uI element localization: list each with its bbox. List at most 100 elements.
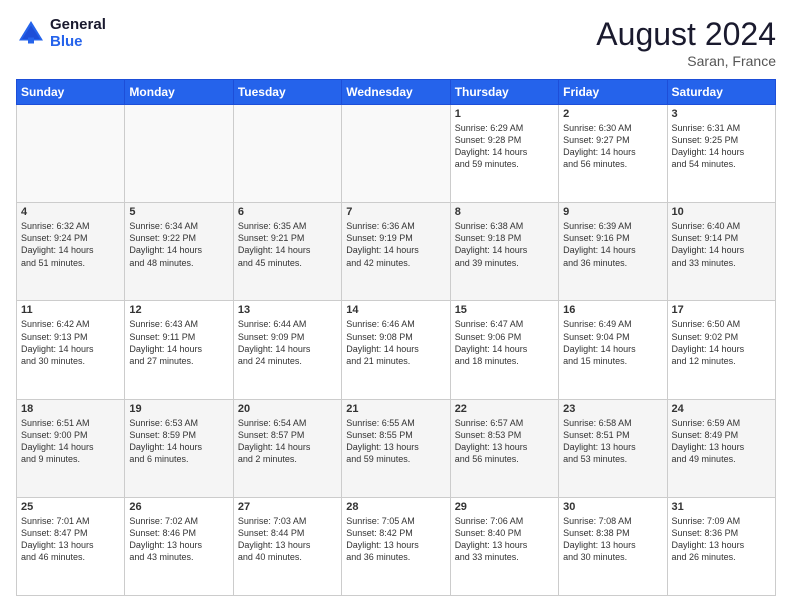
location-label: Saran, France — [596, 53, 776, 69]
day-number: 23 — [563, 403, 662, 415]
table-row: 24 Sunrise: 6:59 AMSunset: 8:49 PMDayligh… — [667, 399, 775, 497]
table-row: 15 Sunrise: 6:47 AMSunset: 9:06 PMDayligh… — [450, 301, 558, 399]
day-info: Sunrise: 7:05 AMSunset: 8:42 PMDaylight:… — [346, 515, 445, 564]
table-row: 10Sunrise: 6:40 AMSunset: 9:14 PMDayligh… — [667, 203, 775, 301]
day-number: 8 — [455, 206, 554, 218]
day-number: 20 — [238, 403, 337, 415]
day-number: 5 — [129, 206, 228, 218]
table-row: 2 Sunrise: 6:30 AMSunset: 9:27 PMDaylight… — [559, 105, 667, 203]
day-info: Sunrise: 7:08 AMSunset: 8:38 PMDaylight:… — [563, 515, 662, 564]
day-info: Sunrise: 6:43 AMSunset: 9:11 PMDaylight:… — [129, 318, 228, 367]
table-row: 31Sunrise: 7:09 AMSunset: 8:36 PMDayligh… — [667, 497, 775, 595]
day-number: 15 — [455, 304, 554, 316]
table-row — [17, 105, 125, 203]
day-info: Sunrise: 6:54 AMSunset: 8:57 PMDaylight:… — [238, 417, 337, 466]
day-number: 12 — [129, 304, 228, 316]
day-info: Sunrise: 6:57 AMSunset: 8:53 PMDaylight:… — [455, 417, 554, 466]
table-row: 8 Sunrise: 6:38 AMSunset: 9:18 PMDaylight… — [450, 203, 558, 301]
day-info: Sunrise: 6:30 AMSunset: 9:27 PMDaylight:… — [563, 122, 662, 171]
table-row: 12 Sunrise: 6:43 AMSunset: 9:11 PMDayligh… — [125, 301, 233, 399]
day-number: 17 — [672, 304, 771, 316]
day-number: 21 — [346, 403, 445, 415]
day-info: Sunrise: 7:03 AMSunset: 8:44 PMDaylight:… — [238, 515, 337, 564]
day-number: 31 — [672, 501, 771, 513]
day-info: Sunrise: 6:55 AMSunset: 8:55 PMDaylight:… — [346, 417, 445, 466]
day-info: Sunrise: 6:53 AMSunset: 8:59 PMDaylight:… — [129, 417, 228, 466]
table-row: 9 Sunrise: 6:39 AMSunset: 9:16 PMDaylight… — [559, 203, 667, 301]
day-info: Sunrise: 7:02 AMSunset: 8:46 PMDaylight:… — [129, 515, 228, 564]
day-info: Sunrise: 6:39 AMSunset: 9:16 PMDaylight:… — [563, 220, 662, 269]
day-number: 28 — [346, 501, 445, 513]
day-info: Sunrise: 7:06 AMSunset: 8:40 PMDaylight:… — [455, 515, 554, 564]
day-number: 3 — [672, 108, 771, 120]
page: General Blue August 2024 Saran, France S… — [0, 0, 792, 612]
month-year-title: August 2024 — [596, 16, 776, 53]
col-monday: Monday — [125, 80, 233, 105]
col-sunday: Sunday — [17, 80, 125, 105]
table-row: 3Sunrise: 6:31 AMSunset: 9:25 PMDaylight… — [667, 105, 775, 203]
day-number: 24 — [672, 403, 771, 415]
day-number: 16 — [563, 304, 662, 316]
col-thursday: Thursday — [450, 80, 558, 105]
day-number: 18 — [21, 403, 120, 415]
table-row: 20 Sunrise: 6:54 AMSunset: 8:57 PMDayligh… — [233, 399, 341, 497]
table-row — [233, 105, 341, 203]
header: General Blue August 2024 Saran, France — [16, 16, 776, 69]
day-number: 25 — [21, 501, 120, 513]
table-row: 4Sunrise: 6:32 AMSunset: 9:24 PMDaylight… — [17, 203, 125, 301]
day-number: 11 — [21, 304, 120, 316]
day-number: 30 — [563, 501, 662, 513]
calendar-table: Sunday Monday Tuesday Wednesday Thursday… — [16, 79, 776, 596]
table-row: 29 Sunrise: 7:06 AMSunset: 8:40 PMDayligh… — [450, 497, 558, 595]
day-info: Sunrise: 6:46 AMSunset: 9:08 PMDaylight:… — [346, 318, 445, 367]
calendar-week-row: 25 Sunrise: 7:01 AMSunset: 8:47 PMDayligh… — [17, 497, 776, 595]
day-number: 1 — [455, 108, 554, 120]
table-row: 1 Sunrise: 6:29 AMSunset: 9:28 PMDaylight… — [450, 105, 558, 203]
col-saturday: Saturday — [667, 80, 775, 105]
calendar-week-row: 11 Sunrise: 6:42 AMSunset: 9:13 PMDayligh… — [17, 301, 776, 399]
table-row: 14Sunrise: 6:46 AMSunset: 9:08 PMDayligh… — [342, 301, 450, 399]
table-row — [342, 105, 450, 203]
day-info: Sunrise: 6:49 AMSunset: 9:04 PMDaylight:… — [563, 318, 662, 367]
day-number: 22 — [455, 403, 554, 415]
day-info: Sunrise: 6:51 AMSunset: 9:00 PMDaylight:… — [21, 417, 120, 466]
day-info: Sunrise: 6:38 AMSunset: 9:18 PMDaylight:… — [455, 220, 554, 269]
day-info: Sunrise: 6:58 AMSunset: 8:51 PMDaylight:… — [563, 417, 662, 466]
title-block: August 2024 Saran, France — [596, 16, 776, 69]
logo-icon — [16, 18, 46, 48]
logo-text: General Blue — [50, 16, 106, 50]
day-info: Sunrise: 6:32 AMSunset: 9:24 PMDaylight:… — [21, 220, 120, 269]
table-row: 5 Sunrise: 6:34 AMSunset: 9:22 PMDaylight… — [125, 203, 233, 301]
table-row: 23 Sunrise: 6:58 AMSunset: 8:51 PMDayligh… — [559, 399, 667, 497]
calendar-header-row: Sunday Monday Tuesday Wednesday Thursday… — [17, 80, 776, 105]
col-friday: Friday — [559, 80, 667, 105]
table-row — [125, 105, 233, 203]
day-info: Sunrise: 6:59 AMSunset: 8:49 PMDaylight:… — [672, 417, 771, 466]
table-row: 28 Sunrise: 7:05 AMSunset: 8:42 PMDayligh… — [342, 497, 450, 595]
day-info: Sunrise: 7:01 AMSunset: 8:47 PMDaylight:… — [21, 515, 120, 564]
col-wednesday: Wednesday — [342, 80, 450, 105]
table-row: 19 Sunrise: 6:53 AMSunset: 8:59 PMDayligh… — [125, 399, 233, 497]
day-info: Sunrise: 6:50 AMSunset: 9:02 PMDaylight:… — [672, 318, 771, 367]
table-row: 17 Sunrise: 6:50 AMSunset: 9:02 PMDayligh… — [667, 301, 775, 399]
day-number: 29 — [455, 501, 554, 513]
logo: General Blue — [16, 16, 106, 50]
day-number: 13 — [238, 304, 337, 316]
day-number: 2 — [563, 108, 662, 120]
day-info: Sunrise: 6:29 AMSunset: 9:28 PMDaylight:… — [455, 122, 554, 171]
table-row: 25 Sunrise: 7:01 AMSunset: 8:47 PMDayligh… — [17, 497, 125, 595]
table-row: 11 Sunrise: 6:42 AMSunset: 9:13 PMDayligh… — [17, 301, 125, 399]
day-number: 6 — [238, 206, 337, 218]
day-number: 19 — [129, 403, 228, 415]
table-row: 18 Sunrise: 6:51 AMSunset: 9:00 PMDayligh… — [17, 399, 125, 497]
day-info: Sunrise: 6:47 AMSunset: 9:06 PMDaylight:… — [455, 318, 554, 367]
table-row: 7Sunrise: 6:36 AMSunset: 9:19 PMDaylight… — [342, 203, 450, 301]
day-info: Sunrise: 6:34 AMSunset: 9:22 PMDaylight:… — [129, 220, 228, 269]
table-row: 26 Sunrise: 7:02 AMSunset: 8:46 PMDayligh… — [125, 497, 233, 595]
day-number: 27 — [238, 501, 337, 513]
day-number: 10 — [672, 206, 771, 218]
day-number: 9 — [563, 206, 662, 218]
day-number: 26 — [129, 501, 228, 513]
col-tuesday: Tuesday — [233, 80, 341, 105]
day-info: Sunrise: 6:42 AMSunset: 9:13 PMDaylight:… — [21, 318, 120, 367]
